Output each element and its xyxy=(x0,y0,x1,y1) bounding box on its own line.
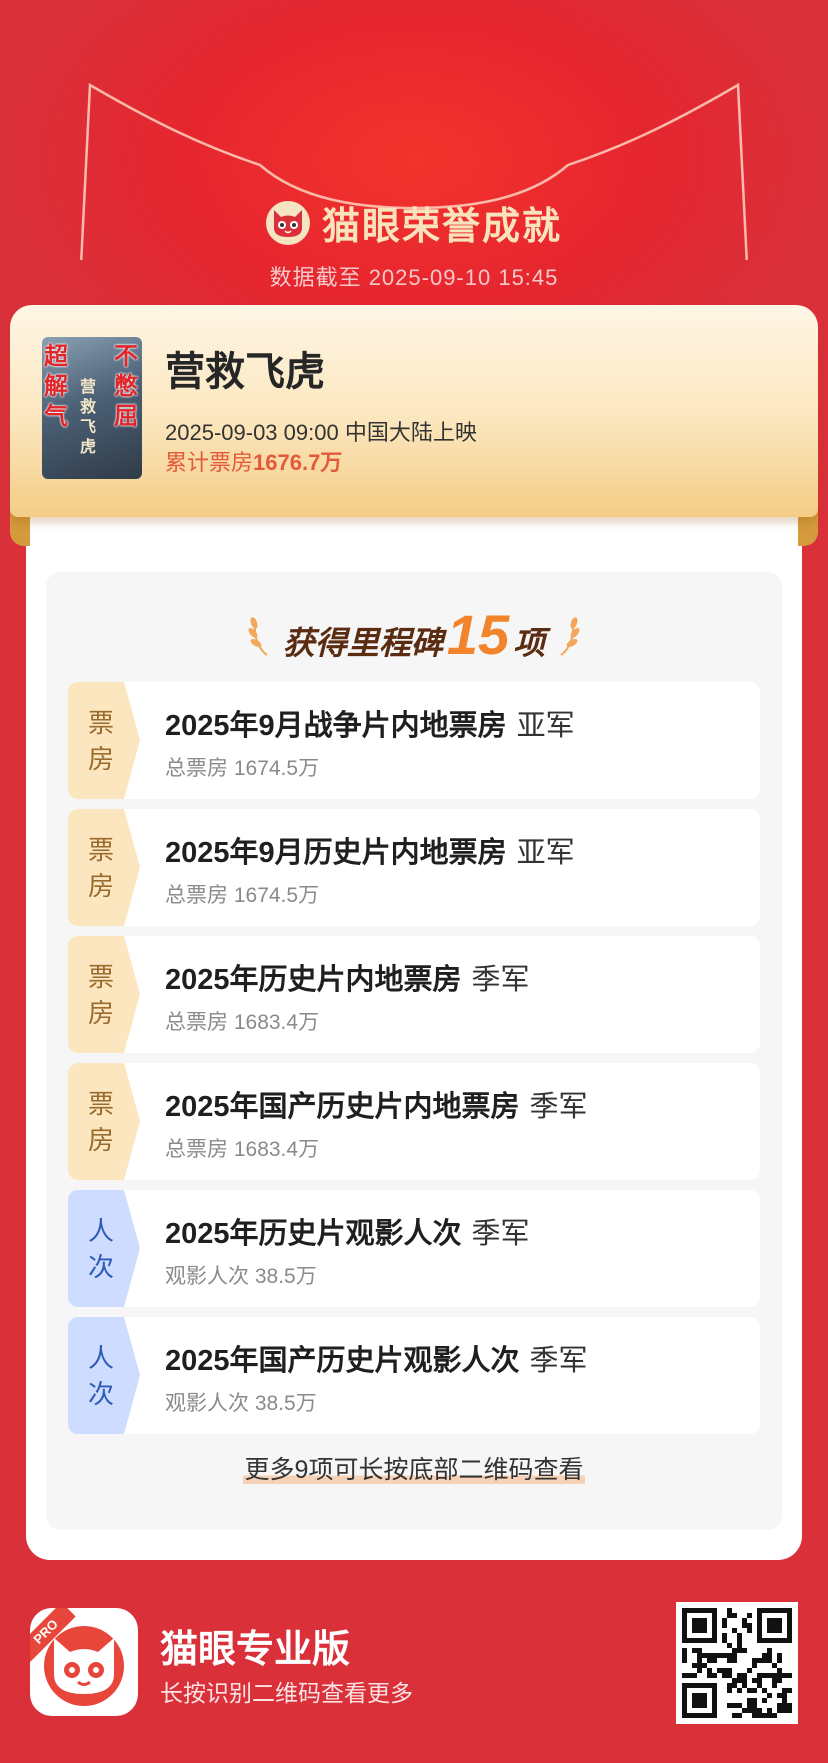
milestone-title-text: 2025年9月战争片内地票房 xyxy=(165,710,507,742)
brand-title: 猫眼荣誉成就 xyxy=(321,206,562,248)
milestones-list: 票房 2025年9月战争片内地票房 亚军 总票房 1674.5万 票房 2025年9月历史… xyxy=(68,682,760,1444)
milestone-title: 2025年历史片观影人次 季军 xyxy=(165,1210,530,1252)
milestone-tag-label: 票房 xyxy=(87,1088,114,1155)
movie-title: 营救飞虎 xyxy=(165,350,325,394)
milestone-title-text: 2025年9月历史片内地票房 xyxy=(165,837,507,869)
milestone-subtitle: 观影人次 38.5万 xyxy=(165,1392,317,1415)
milestone-tag-label: 人次 xyxy=(87,1215,114,1282)
milestone-subtitle: 总票房 1674.5万 xyxy=(165,884,320,907)
movie-banner[interactable]: 超解气 营救飞虎 不憋屈 营救飞虎 2025-09-03 09:00 中国大陆上… xyxy=(10,305,818,517)
milestone-rank: 亚军 xyxy=(516,710,575,742)
milestone-tag-label: 票房 xyxy=(87,834,114,901)
milestone-title: 2025年历史片内地票房 季军 xyxy=(165,956,530,998)
laurel-left-icon xyxy=(248,616,268,656)
qr-code-icon[interactable] xyxy=(676,1602,798,1724)
milestone-item[interactable]: 票房 2025年9月历史片内地票房 亚军总票房 1674.5万 xyxy=(68,809,760,926)
milestone-tag: 人次 xyxy=(68,1190,140,1307)
milestone-subtitle: 总票房 1683.4万 xyxy=(165,1011,320,1034)
milestone-title-text: 2025年历史片内地票房 xyxy=(165,964,462,996)
boxoffice-label: 累计票房 xyxy=(165,450,254,475)
milestone-subtitle: 总票房 1674.5万 xyxy=(165,757,320,780)
milestone-item[interactable]: 票房 2025年国产历史片内地票房 季军总票房 1683.4万 xyxy=(68,1063,760,1180)
brand-row: 猫眼荣誉成就 xyxy=(0,195,828,250)
milestone-item[interactable]: 人次 2025年国产历史片观影人次 季军观影人次 38.5万 xyxy=(68,1317,760,1434)
milestone-title: 2025年国产历史片内地票房 季军 xyxy=(165,1083,588,1125)
milestone-tag: 票房 xyxy=(68,936,140,1053)
milestone-title: 2025年9月战争片内地票房 亚军 xyxy=(165,702,575,744)
milestone-tag: 票房 xyxy=(68,1063,140,1180)
milestone-rank: 亚军 xyxy=(516,837,575,869)
milestone-item[interactable]: 票房 2025年9月战争片内地票房 亚军总票房 1674.5万 xyxy=(68,682,760,799)
data-timestamp: 数据截至 2025-09-10 15:45 xyxy=(269,265,559,290)
milestone-title: 2025年国产历史片观影人次 季军 xyxy=(165,1337,588,1379)
milestone-tag-label: 人次 xyxy=(87,1342,114,1409)
movie-boxoffice: 累计票房1676.7万 xyxy=(165,445,342,477)
milestone-tag: 票房 xyxy=(68,682,140,799)
milestone-tag: 人次 xyxy=(68,1317,140,1434)
milestone-rank: 季军 xyxy=(529,1091,588,1123)
milestone-tag-label: 票房 xyxy=(87,961,114,1028)
more-milestones-text: 更多9项可长按底部二维码查看 xyxy=(242,1456,586,1484)
milestone-tag: 票房 xyxy=(68,809,140,926)
header: 猫眼荣誉成就 数据截至 2025-09-10 15:45 xyxy=(0,195,828,292)
movie-poster[interactable]: 超解气 营救飞虎 不憋屈 xyxy=(42,337,142,479)
milestone-title-text: 2025年国产历史片观影人次 xyxy=(165,1345,520,1377)
cat-face-icon xyxy=(265,200,310,245)
milestone-subtitle: 观影人次 38.5万 xyxy=(165,1265,317,1288)
milestone-title: 2025年9月历史片内地票房 亚军 xyxy=(165,829,575,871)
app-logo: PRO xyxy=(30,1608,138,1716)
movie-release: 2025-09-03 09:00 中国大陆上映 xyxy=(165,420,477,445)
more-milestones-hint: 更多9项可长按底部二维码查看 xyxy=(46,1450,782,1486)
milestone-rank: 季军 xyxy=(471,1218,530,1250)
milestones-heading-text: 获得里程碑 15 项 xyxy=(283,602,545,667)
laurel-right-icon xyxy=(560,616,580,656)
footer-hint: 长按识别二维码查看更多 xyxy=(160,1680,413,1706)
milestones-heading-suffix: 项 xyxy=(513,624,546,662)
milestone-tag-label: 票房 xyxy=(87,707,114,774)
milestone-rank: 季军 xyxy=(529,1345,588,1377)
milestone-title-text: 2025年国产历史片内地票房 xyxy=(165,1091,520,1123)
milestones-heading: 获得里程碑 15 项 xyxy=(46,602,782,667)
milestone-item[interactable]: 票房 2025年历史片内地票房 季军总票房 1683.4万 xyxy=(68,936,760,1053)
poster-right-text: 不憋屈 xyxy=(114,341,138,430)
boxoffice-value: 1676.7万 xyxy=(253,450,343,475)
footer-app-name: 猫眼专业版 xyxy=(160,1629,351,1671)
milestones-panel: 获得里程碑 15 项 票房 2025年9月战争片内地票房 亚军 总票房 1674.5万… xyxy=(46,572,782,1530)
milestones-heading-prefix: 获得里程碑 xyxy=(282,624,443,662)
milestones-count: 15 xyxy=(446,603,510,666)
poster-center-text: 营救飞虎 xyxy=(80,377,97,456)
poster-left-text: 超解气 xyxy=(44,341,68,430)
milestone-title-text: 2025年历史片观影人次 xyxy=(165,1218,462,1250)
milestone-item[interactable]: 人次 2025年历史片观影人次 季军观影人次 38.5万 xyxy=(68,1190,760,1307)
milestone-rank: 季军 xyxy=(471,964,530,996)
milestone-subtitle: 总票房 1683.4万 xyxy=(165,1138,320,1161)
